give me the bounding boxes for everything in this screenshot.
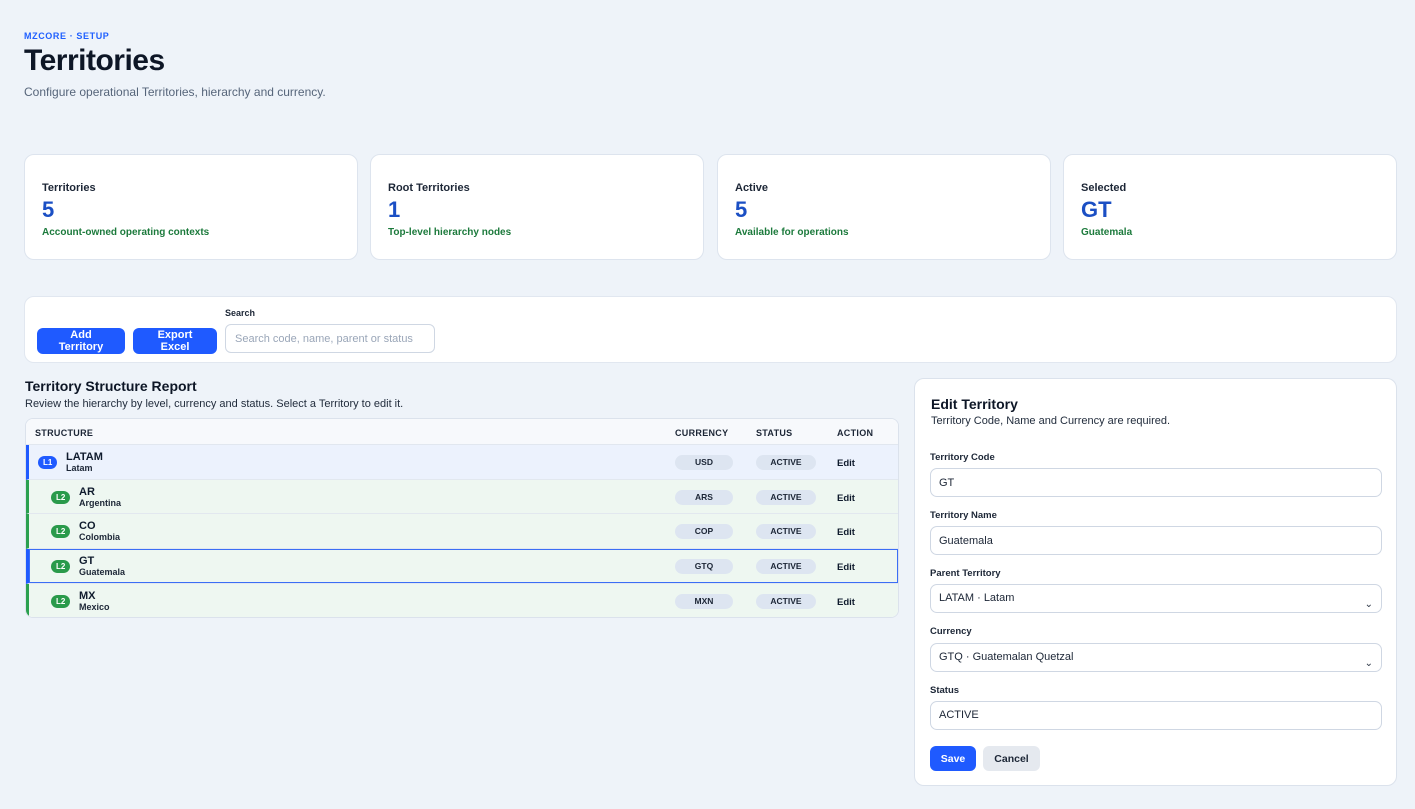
territory-code-field[interactable] (930, 468, 1382, 497)
row-name: Colombia (79, 532, 121, 543)
currency-label: Currency (930, 626, 972, 637)
edit-territory-panel: Edit Territory Territory Code, Name and … (914, 378, 1397, 786)
page-subtitle: Configure operational Territories, hiera… (24, 85, 326, 99)
save-button[interactable]: Save (930, 746, 976, 771)
territory-table: STRUCTURE CURRENCY STATUS ACTION L1 LATA… (25, 418, 899, 618)
column-header-status: STATUS (756, 428, 793, 438)
toolbar: Add Territory Export Excel Search (24, 296, 1397, 363)
stat-value: 5 (735, 197, 748, 222)
table-row[interactable]: L2 MX Mexico MXN ACTIVE Edit (26, 583, 898, 617)
status-select[interactable]: ACTIVE (930, 701, 1382, 730)
table-row[interactable]: L2 CO Colombia COP ACTIVE Edit (26, 514, 898, 550)
stat-label: Root Territories (388, 182, 470, 194)
stat-label: Selected (1081, 182, 1127, 194)
level-badge: L2 (51, 525, 71, 539)
stat-note: Account-owned operating contexts (42, 227, 210, 238)
status-badge: ACTIVE (756, 593, 816, 609)
table-row-selected[interactable]: L2 GT Guatemala GTQ ACTIVE Edit (26, 549, 898, 584)
column-header-action: ACTION (837, 428, 874, 438)
column-header-currency: CURRENCY (675, 428, 729, 438)
row-code: GT (79, 555, 95, 568)
chevron-down-icon: ⌄ (1364, 599, 1373, 610)
report-subtitle: Review the hierarchy by level, currency … (25, 398, 404, 410)
edit-link[interactable]: Edit (837, 562, 855, 573)
table-header: STRUCTURE CURRENCY STATUS ACTION (26, 419, 898, 445)
cancel-button[interactable]: Cancel (983, 746, 1040, 771)
currency-badge: COP (675, 524, 733, 540)
stat-value: GT (1081, 197, 1112, 222)
row-name: Argentina (79, 497, 122, 508)
stat-label: Territories (42, 182, 96, 194)
parent-territory-value: LATAM · Latam (939, 592, 1015, 604)
edit-link[interactable]: Edit (837, 527, 855, 538)
row-code: LATAM (66, 451, 103, 463)
add-territory-button[interactable]: Add Territory (37, 328, 125, 354)
stat-note: Available for operations (735, 227, 849, 238)
breadcrumb: MZCORE · SETUP (24, 31, 110, 41)
report-title: Territory Structure Report (25, 378, 197, 394)
status-badge: ACTIVE (756, 559, 816, 575)
level-badge: L1 (38, 456, 58, 469)
row-code: CO (79, 520, 96, 533)
currency-badge: GTQ (675, 559, 733, 575)
row-name: Guatemala (79, 567, 126, 578)
table-row[interactable]: L1 LATAM Latam USD ACTIVE Edit (26, 445, 898, 480)
level-badge: L2 (51, 490, 71, 504)
search-input[interactable] (225, 324, 435, 353)
stat-value: 5 (42, 197, 55, 222)
parent-territory-label: Parent Territory (930, 568, 1001, 579)
stat-card-root-territories: Root Territories 1 Top-level hierarchy n… (370, 154, 704, 260)
currency-badge: ARS (675, 489, 733, 505)
currency-badge: USD (675, 455, 733, 470)
stat-label: Active (735, 182, 769, 194)
level-badge: L2 (51, 560, 71, 574)
status-badge: ACTIVE (756, 455, 816, 470)
row-name: Latam (66, 463, 93, 473)
export-excel-button[interactable]: Export Excel (133, 328, 217, 354)
territory-name-field[interactable] (930, 526, 1382, 555)
edit-link[interactable]: Edit (837, 597, 855, 608)
parent-territory-select[interactable]: LATAM · Latam ⌄ (930, 584, 1382, 613)
panel-subtitle: Territory Code, Name and Currency are re… (931, 415, 1171, 427)
currency-value: GTQ · Guatemalan Quetzal (939, 651, 1074, 663)
level-badge: L2 (51, 594, 71, 608)
edit-link[interactable]: Edit (837, 493, 855, 504)
stat-card-active: Active 5 Available for operations (717, 154, 1051, 260)
stat-card-territories: Territories 5 Account-owned operating co… (24, 154, 358, 260)
currency-select[interactable]: GTQ · Guatemalan Quetzal ⌄ (930, 643, 1382, 672)
status-label: Status (930, 685, 960, 696)
search-label: Search (225, 308, 256, 318)
panel-title: Edit Territory (931, 396, 1018, 412)
territory-name-label: Territory Name (930, 510, 997, 521)
page-title: Territories (24, 44, 165, 77)
table-row[interactable]: L2 AR Argentina ARS ACTIVE Edit (26, 479, 898, 515)
chevron-down-icon: ⌄ (1364, 658, 1373, 669)
stat-note: Guatemala (1081, 227, 1133, 238)
row-name: Mexico (79, 601, 110, 612)
territory-code-label: Territory Code (930, 452, 995, 463)
row-code: MX (79, 589, 96, 602)
currency-badge: MXN (675, 593, 733, 609)
status-value: ACTIVE (939, 709, 979, 721)
status-badge: ACTIVE (756, 524, 816, 540)
row-code: AR (79, 485, 95, 498)
stat-note: Top-level hierarchy nodes (388, 227, 512, 238)
stat-value: 1 (388, 197, 401, 222)
column-header-structure: STRUCTURE (35, 428, 94, 438)
stat-card-selected: Selected GT Guatemala (1063, 154, 1397, 260)
status-badge: ACTIVE (756, 489, 816, 505)
edit-link[interactable]: Edit (837, 458, 855, 469)
